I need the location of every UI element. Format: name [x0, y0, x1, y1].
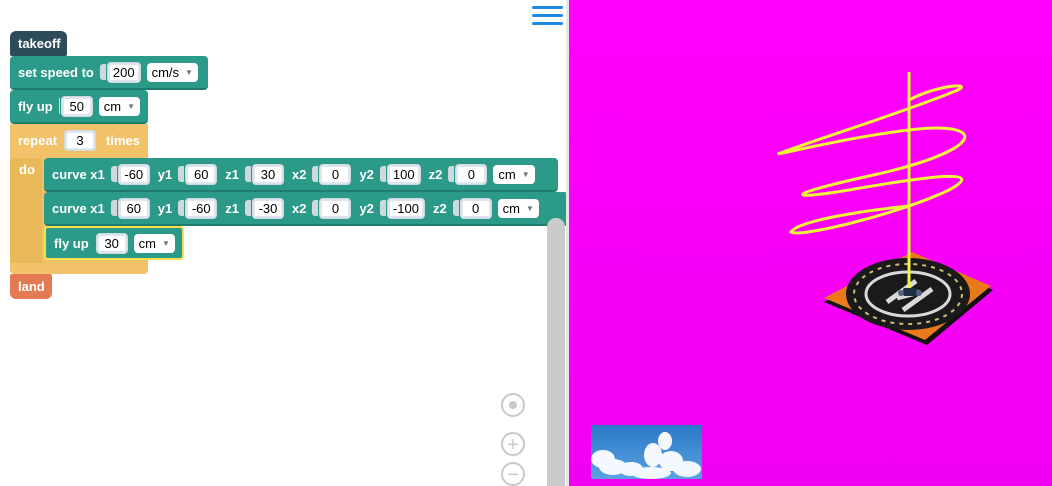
sky-image	[591, 425, 702, 479]
input-socket	[58, 98, 60, 114]
repeat-label: repeat	[18, 132, 58, 148]
curve-block[interactable]: curve x1 60 y1 -60 z1 -30 x2 0 y2 -100 z…	[44, 192, 566, 226]
y1-input[interactable]: -60	[185, 197, 218, 219]
land-label: land	[18, 279, 45, 294]
z1-input[interactable]: -30	[251, 197, 284, 219]
curve-unit-dropdown[interactable]: cm ▼	[497, 198, 539, 218]
repeat-header[interactable]: repeat 3 times	[10, 124, 148, 156]
x2-label: x2	[291, 200, 307, 216]
z1-label: z1	[225, 200, 239, 216]
x1-input[interactable]: 60	[117, 197, 150, 219]
input-socket	[452, 200, 459, 216]
y2-label: y2	[359, 166, 374, 182]
input-socket	[244, 200, 251, 216]
chevron-down-icon: ▼	[521, 169, 530, 179]
takeoff-block[interactable]: takeoff	[10, 31, 67, 56]
chevron-down-icon: ▼	[526, 203, 534, 213]
z2-label: z2	[428, 166, 443, 182]
curve-x1-label: curve x1	[52, 200, 105, 216]
curve-unit-dropdown[interactable]: cm ▼	[493, 164, 535, 184]
curve-unit-text: cm	[498, 166, 516, 182]
background	[569, 0, 1052, 486]
fly-up-unit-dropdown[interactable]: cm ▼	[133, 233, 175, 253]
input-socket	[110, 166, 117, 182]
y2-input[interactable]: 100	[386, 163, 421, 185]
y1-label: y1	[157, 166, 173, 182]
z1-input[interactable]: 30	[251, 163, 284, 185]
vertical-scrollbar[interactable]	[547, 218, 565, 486]
z2-input[interactable]: 0	[455, 163, 488, 185]
input-socket	[99, 64, 106, 80]
speed-value-input[interactable]: 200	[106, 61, 141, 83]
land-block[interactable]: land	[10, 274, 52, 299]
3d-viewport[interactable]	[569, 0, 1052, 486]
x2-input[interactable]: 0	[319, 197, 352, 219]
fly-up-value-input[interactable]: 30	[95, 232, 128, 254]
x2-label: x2	[291, 166, 307, 182]
fly-up-value-input[interactable]: 50	[60, 95, 93, 117]
z2-input[interactable]: 0	[459, 197, 492, 219]
background-thumbnail[interactable]	[591, 425, 702, 479]
y2-label: y2	[359, 200, 374, 216]
input-socket	[379, 200, 386, 216]
input-socket	[312, 200, 319, 216]
chevron-down-icon: ▼	[127, 101, 135, 111]
menu-icon[interactable]	[532, 6, 563, 26]
speed-unit-text: cm/s	[151, 64, 180, 80]
fly-up-block-selected[interactable]: fly up 30 cm ▼	[44, 226, 184, 260]
speed-unit-dropdown[interactable]: cm/s ▼	[146, 62, 198, 82]
repeat-count-input[interactable]: 3	[64, 129, 97, 151]
chevron-down-icon: ▼	[162, 238, 170, 248]
times-label: times	[106, 132, 140, 148]
chevron-down-icon: ▼	[185, 67, 193, 77]
input-socket	[379, 166, 386, 182]
zoom-in-icon[interactable]: +	[501, 432, 525, 456]
y1-input[interactable]: 60	[185, 163, 218, 185]
input-socket	[312, 166, 319, 182]
fly-up-unit-text: cm	[103, 98, 122, 114]
z2-label: z2	[432, 200, 447, 216]
x1-input[interactable]: -60	[117, 163, 150, 185]
set-speed-label: set speed to	[18, 64, 94, 80]
fly-up-label: fly up	[18, 98, 53, 114]
y1-label: y1	[157, 200, 173, 216]
takeoff-label: takeoff	[18, 36, 61, 51]
input-socket	[178, 166, 185, 182]
curve-unit-text: cm	[502, 200, 521, 216]
y2-input[interactable]: -100	[386, 197, 425, 219]
input-socket	[178, 200, 185, 216]
z1-label: z1	[225, 166, 239, 182]
curve-x1-label: curve x1	[52, 166, 105, 182]
fly-up-block[interactable]: fly up 50 cm ▼	[10, 90, 148, 124]
x2-input[interactable]: 0	[319, 163, 352, 185]
zoom-out-glyph: −	[507, 464, 519, 486]
curve-block[interactable]: curve x1 -60 y1 60 z1 30 x2 0 y2 100 z2 …	[44, 158, 558, 192]
input-socket	[448, 166, 455, 182]
set-speed-block[interactable]: set speed to 200 cm/s ▼	[10, 56, 208, 90]
input-socket	[110, 200, 117, 216]
scene-canvas	[569, 0, 1052, 486]
fly-up-label: fly up	[54, 235, 89, 251]
recenter-icon[interactable]	[501, 393, 525, 417]
fly-up-unit-dropdown[interactable]: cm ▼	[98, 96, 140, 116]
zoom-in-glyph: +	[507, 434, 519, 456]
zoom-out-icon[interactable]: −	[501, 462, 525, 486]
input-socket	[244, 166, 251, 182]
do-label: do	[19, 162, 35, 177]
fly-up-unit-text: cm	[138, 235, 157, 251]
blockly-workspace[interactable]: takeoff set speed to 200 cm/s ▼ fly up 50…	[0, 0, 566, 486]
